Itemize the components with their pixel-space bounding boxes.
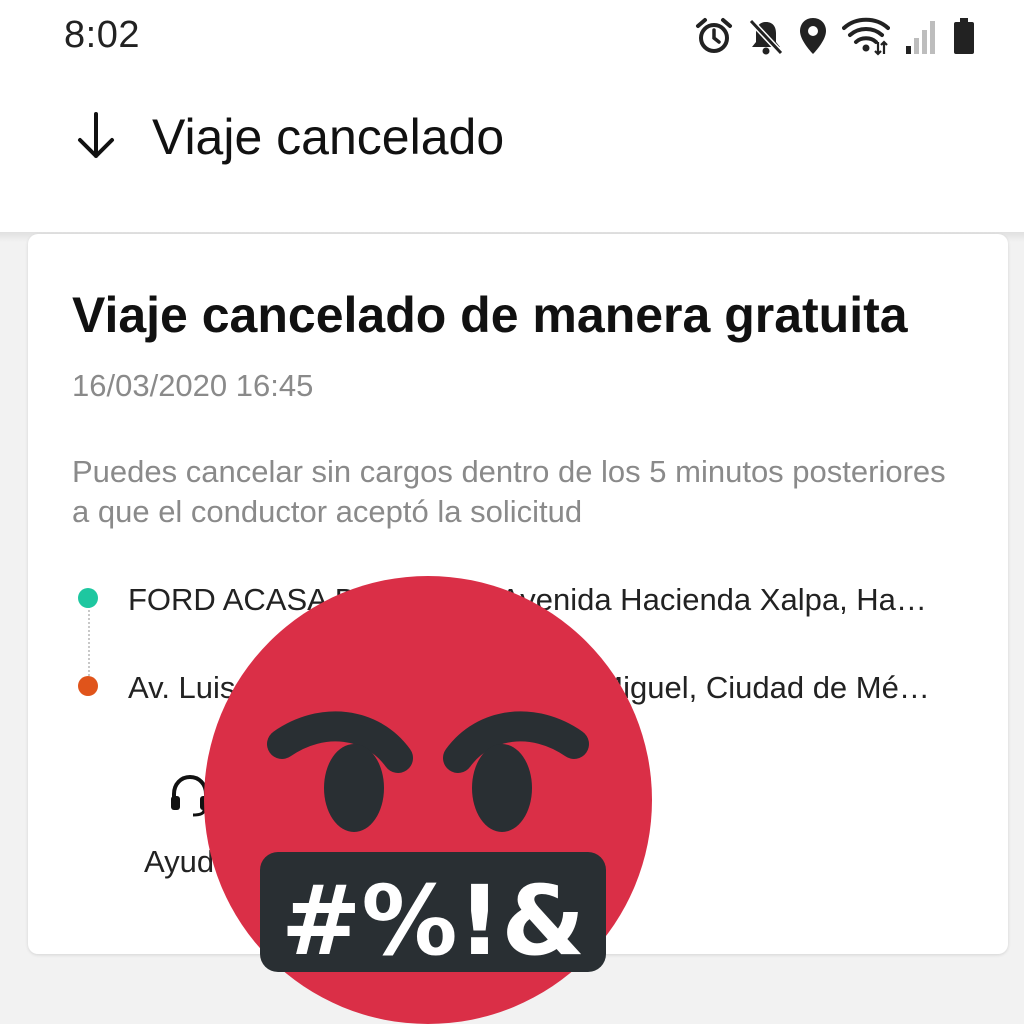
battery-icon: [954, 18, 974, 54]
trip-status-title: Viaje cancelado de manera gratuita: [72, 287, 908, 343]
arrow-down-icon: [78, 112, 114, 158]
top-bar: 8:02 Viaje cancelado: [0, 0, 1024, 232]
status-time: 8:02: [64, 14, 140, 56]
route-connector: [88, 606, 90, 684]
cancellation-note: Puedes cancelar sin cargos dentro de los…: [72, 454, 946, 529]
app-bar: Viaje cancelado: [0, 80, 1024, 200]
destination-dot-icon: [78, 676, 98, 696]
alarm-icon: [696, 18, 732, 53]
wifi-icon: [842, 17, 890, 56]
cursing-symbols: #%!&: [281, 865, 585, 977]
signal-icon: [906, 21, 935, 54]
angry-cursing-face-icon: #%!&: [204, 576, 652, 1024]
status-icons: [694, 14, 976, 58]
mute-icon: [748, 18, 784, 56]
location-icon: [800, 18, 826, 54]
trip-date: 16/03/2020 16:45: [72, 368, 314, 403]
status-bar: 8:02: [0, 0, 1024, 75]
origin-dot-icon: [78, 588, 98, 608]
back-button[interactable]: [66, 106, 126, 166]
page-title: Viaje cancelado: [152, 109, 505, 165]
